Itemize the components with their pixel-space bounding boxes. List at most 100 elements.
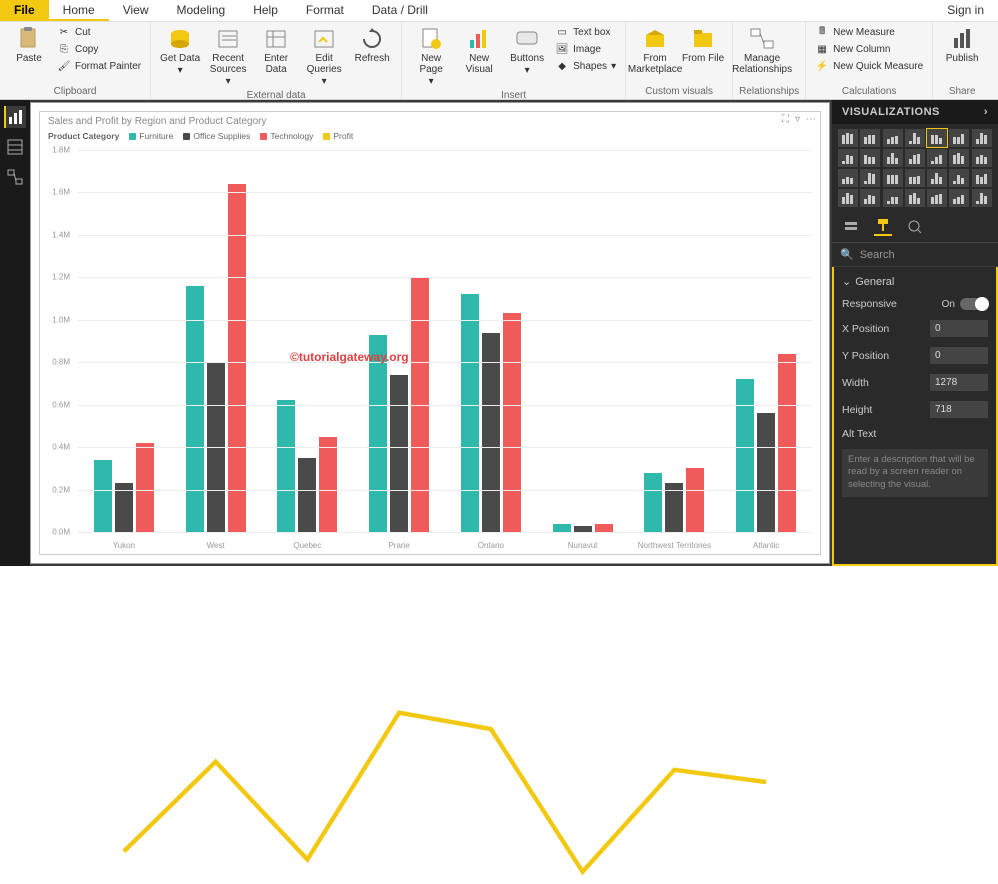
publish-label: Publish (946, 53, 979, 64)
more-icon[interactable]: ⋯ (806, 114, 816, 125)
bar[interactable] (94, 460, 112, 532)
viz-type-cell[interactable] (927, 149, 947, 167)
viz-type-cell[interactable] (972, 189, 992, 207)
cut-button[interactable]: ✂Cut (54, 24, 144, 40)
viz-type-cell[interactable] (927, 169, 947, 187)
format-tab-roller[interactable] (874, 218, 892, 236)
chart-visual[interactable]: ⛶ ▿ ⋯ Sales and Profit by Region and Pro… (39, 111, 821, 555)
enter-data-button[interactable]: Enter Data (253, 24, 299, 77)
viz-type-cell[interactable] (860, 149, 880, 167)
viz-type-cell[interactable] (905, 169, 925, 187)
search-row[interactable]: 🔍 Search (832, 243, 998, 267)
get-data-button[interactable]: Get Data▾ (157, 24, 203, 78)
panel-header[interactable]: VISUALIZATIONS › (832, 100, 998, 124)
general-section-head[interactable]: ⌄General (834, 270, 996, 293)
new-quick-measure-button[interactable]: ⚡New Quick Measure (812, 58, 926, 74)
buttons-button[interactable]: Buttons▾ (504, 24, 550, 78)
viz-type-cell[interactable] (905, 149, 925, 167)
from-file-button[interactable]: From File (680, 24, 726, 66)
width-input[interactable] (930, 374, 988, 391)
viz-type-cell[interactable] (883, 129, 903, 147)
bar[interactable] (757, 413, 775, 532)
viz-type-cell[interactable] (860, 189, 880, 207)
refresh-button[interactable]: Refresh (349, 24, 395, 66)
textbox-button[interactable]: ▭Text box (552, 24, 619, 40)
file-tab[interactable]: File (0, 0, 49, 21)
copy-button[interactable]: ⎘Copy (54, 41, 144, 57)
ypos-input[interactable] (930, 347, 988, 364)
report-canvas[interactable]: ⛶ ▿ ⋯ Sales and Profit by Region and Pro… (30, 102, 830, 564)
report-view-icon[interactable] (4, 106, 26, 128)
modeling-tab[interactable]: Modeling (162, 0, 239, 21)
bar[interactable] (186, 286, 204, 532)
alttext-input[interactable]: Enter a description that will be read by… (842, 449, 988, 497)
new-measure-button[interactable]: 🖩New Measure (812, 24, 926, 40)
viz-type-cell[interactable] (927, 129, 947, 147)
new-page-button[interactable]: New Page▾ (408, 24, 454, 89)
format-tab[interactable]: Format (292, 0, 358, 21)
viz-type-cell[interactable] (949, 129, 969, 147)
bar[interactable] (369, 335, 387, 532)
viz-type-cell[interactable] (838, 149, 858, 167)
analytics-tab[interactable] (906, 218, 924, 236)
viz-type-cell[interactable] (883, 189, 903, 207)
bar[interactable] (461, 294, 479, 532)
xpos-input[interactable] (930, 320, 988, 337)
textbox-icon: ▭ (555, 25, 569, 39)
viz-type-cell[interactable] (838, 129, 858, 147)
viz-type-cell[interactable] (883, 149, 903, 167)
data-drill-tab[interactable]: Data / Drill (358, 0, 442, 21)
viz-type-cell[interactable] (838, 189, 858, 207)
legend-sw-tech (260, 133, 267, 140)
image-button[interactable]: 🖼Image (552, 41, 619, 57)
from-marketplace-button[interactable]: From Marketplace (632, 24, 678, 77)
paste-button[interactable]: Paste (6, 24, 52, 66)
viz-type-cell[interactable] (949, 149, 969, 167)
data-view-icon[interactable] (4, 136, 26, 158)
viz-type-cell[interactable] (905, 189, 925, 207)
viz-type-cell[interactable] (860, 129, 880, 147)
shapes-button[interactable]: ◆Shapes ▾ (552, 58, 619, 74)
viz-type-cell[interactable] (949, 189, 969, 207)
bar[interactable] (644, 473, 662, 532)
recent-sources-button[interactable]: Recent Sources▾ (205, 24, 251, 89)
focus-mode-icon[interactable]: ⛶ (782, 114, 789, 125)
viz-type-cell[interactable] (927, 189, 947, 207)
format-painter-button[interactable]: 🖌Format Painter (54, 58, 144, 74)
bar[interactable] (595, 524, 613, 532)
fields-tab[interactable] (842, 218, 860, 236)
bar[interactable] (298, 458, 316, 532)
sign-in-link[interactable]: Sign in (933, 0, 998, 21)
model-view-icon[interactable] (4, 166, 26, 188)
group-label-relationships: Relationships (739, 85, 799, 97)
bar[interactable] (390, 375, 408, 532)
edit-queries-button[interactable]: Edit Queries▾ (301, 24, 347, 89)
bar[interactable] (686, 468, 704, 532)
bar[interactable] (553, 524, 571, 532)
viz-type-cell[interactable] (838, 169, 858, 187)
bar[interactable] (778, 354, 796, 532)
viz-type-cell[interactable] (905, 129, 925, 147)
bar[interactable] (503, 313, 521, 532)
responsive-toggle[interactable]: On (942, 298, 988, 310)
height-input[interactable] (930, 401, 988, 418)
new-visual-button[interactable]: New Visual (456, 24, 502, 77)
bar[interactable] (736, 379, 754, 532)
viz-type-cell[interactable] (972, 169, 992, 187)
viz-type-cell[interactable] (949, 169, 969, 187)
new-column-button[interactable]: ▦New Column (812, 41, 926, 57)
bar[interactable] (319, 437, 337, 533)
viz-type-cell[interactable] (972, 129, 992, 147)
viz-type-cell[interactable] (860, 169, 880, 187)
viz-type-cell[interactable] (883, 169, 903, 187)
help-tab[interactable]: Help (239, 0, 292, 21)
bar[interactable] (228, 184, 246, 532)
home-tab[interactable]: Home (49, 0, 109, 21)
filter-icon[interactable]: ▿ (795, 114, 800, 125)
viz-type-cell[interactable] (972, 149, 992, 167)
publish-button[interactable]: Publish (939, 24, 985, 66)
view-tab[interactable]: View (109, 0, 163, 21)
manage-relationships-button[interactable]: Manage Relationships (739, 24, 785, 77)
bar[interactable] (277, 400, 295, 532)
bar[interactable] (136, 443, 154, 532)
